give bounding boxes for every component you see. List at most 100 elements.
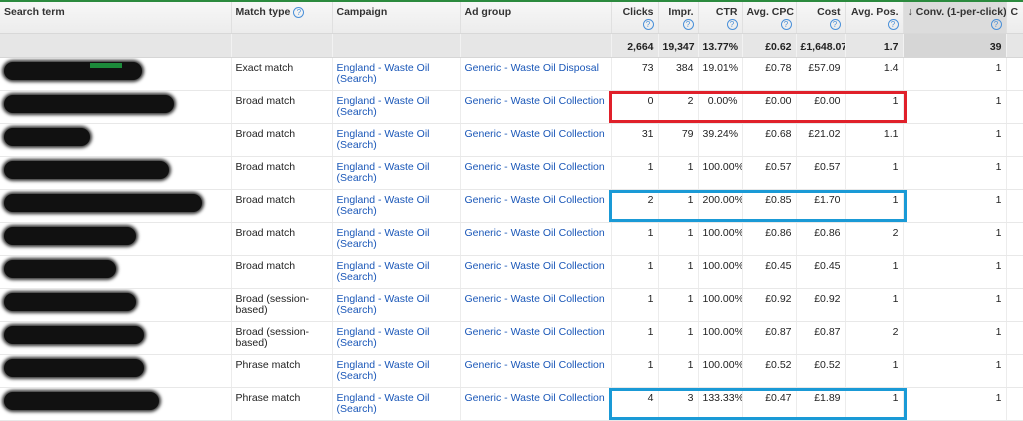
column-header-ad-group[interactable]: Ad group: [460, 2, 612, 34]
match-type-cell: Broad (session-based): [231, 288, 333, 322]
campaign-link-text[interactable]: England - Waste Oil (Search): [337, 260, 430, 283]
table-row[interactable]: Broad (session-based) England - Waste Oil…: [0, 321, 1023, 355]
help-icon[interactable]: ?: [726, 19, 738, 31]
help-icon[interactable]: ?: [990, 19, 1002, 31]
column-header-clicks[interactable]: Clicks?: [611, 2, 659, 34]
column-label: Impr.: [668, 6, 694, 18]
campaign-link[interactable]: England - Waste Oil (Search): [332, 57, 461, 91]
table-row[interactable]: Broad match England - Waste Oil (Search) G…: [0, 156, 1023, 190]
impressions-cell-text: 1: [687, 259, 694, 272]
column-header-avg-cpc[interactable]: Avg. CPC?: [742, 2, 797, 34]
ad-group-link[interactable]: Generic - Waste Oil Collection: [460, 255, 612, 289]
table-row[interactable]: Broad (session-based) England - Waste Oil…: [0, 288, 1023, 322]
match-type-cell-text: Broad match: [235, 94, 296, 107]
cost-cell-text: £1.70: [814, 193, 841, 206]
campaign-link[interactable]: England - Waste Oil (Search): [332, 90, 461, 124]
clicks-cell: 1: [611, 156, 659, 190]
help-icon[interactable]: ?: [829, 19, 841, 31]
column-header-conversions[interactable]: ↓ Conv. (1-per-click)?: [903, 2, 1007, 34]
help-icon[interactable]: ?: [887, 19, 899, 31]
column-label: Avg. Pos.: [851, 6, 899, 18]
ad-group-link[interactable]: Generic - Waste Oil Collection: [460, 222, 612, 256]
impressions-cell: 1: [658, 255, 699, 289]
campaign-link-text[interactable]: England - Waste Oil (Search): [337, 359, 430, 382]
search-term-cell: [0, 123, 232, 157]
help-icon[interactable]: ?: [682, 19, 694, 31]
ad-group-link-text[interactable]: Generic - Waste Oil Collection: [465, 128, 605, 140]
table-row[interactable]: Broad match England - Waste Oil (Search) G…: [0, 222, 1023, 256]
total-cell-cost: £1,648.07: [796, 33, 846, 58]
ad-group-link-text[interactable]: Generic - Waste Oil Collection: [465, 293, 605, 305]
impressions-cell-text: 1: [687, 226, 694, 239]
cost-cell: £0.52: [796, 354, 846, 388]
campaign-link-text[interactable]: England - Waste Oil (Search): [337, 392, 430, 415]
totals-row: 2,664 19,347 13.77% £0.62 £1,648.07 1.7 39: [0, 33, 1023, 58]
avg-cpc-cell: £0.52: [742, 354, 797, 388]
ad-group-link[interactable]: Generic - Waste Oil Collection: [460, 189, 612, 223]
campaign-link[interactable]: England - Waste Oil (Search): [332, 156, 461, 190]
help-icon[interactable]: ?: [293, 6, 305, 18]
avg-cpc-cell: £0.68: [742, 123, 797, 157]
campaign-link-text[interactable]: England - Waste Oil (Search): [337, 194, 430, 217]
column-header-c[interactable]: C: [1006, 2, 1023, 34]
help-icon[interactable]: ?: [642, 19, 654, 31]
campaign-link[interactable]: England - Waste Oil (Search): [332, 387, 461, 421]
impressions-cell-text: 384: [675, 61, 694, 74]
column-header-ctr[interactable]: CTR?: [698, 2, 743, 34]
ad-group-link[interactable]: Generic - Waste Oil Collection: [460, 354, 612, 388]
search-term-cell: [0, 255, 232, 289]
campaign-link[interactable]: England - Waste Oil (Search): [332, 123, 461, 157]
ad-group-link[interactable]: Generic - Waste Oil Collection: [460, 123, 612, 157]
extra-cell: [1006, 255, 1023, 289]
ad-group-link-text[interactable]: Generic - Waste Oil Collection: [465, 326, 605, 338]
campaign-link-text[interactable]: England - Waste Oil (Search): [337, 293, 430, 316]
help-icon[interactable]: ?: [780, 19, 792, 31]
impressions-cell-text: 1: [687, 325, 694, 338]
column-header-search-term[interactable]: Search term: [0, 2, 232, 34]
campaign-link-text[interactable]: England - Waste Oil (Search): [337, 161, 430, 184]
ad-group-link[interactable]: Generic - Waste Oil Collection: [460, 156, 612, 190]
campaign-link-text[interactable]: England - Waste Oil (Search): [337, 128, 430, 151]
ad-group-link-text[interactable]: Generic - Waste Oil Collection: [465, 194, 605, 206]
campaign-link-text[interactable]: England - Waste Oil (Search): [337, 62, 430, 85]
column-header-impressions[interactable]: Impr.?: [658, 2, 699, 34]
campaign-link[interactable]: England - Waste Oil (Search): [332, 288, 461, 322]
campaign-link[interactable]: England - Waste Oil (Search): [332, 354, 461, 388]
column-header-match-type[interactable]: Match type?: [231, 2, 333, 34]
campaign-link[interactable]: England - Waste Oil (Search): [332, 222, 461, 256]
ad-group-link[interactable]: Generic - Waste Oil Collection: [460, 288, 612, 322]
ad-group-link-text[interactable]: Generic - Waste Oil Disposal: [465, 62, 599, 74]
column-header-cost[interactable]: Cost?: [796, 2, 846, 34]
table-row[interactable]: Phrase match England - Waste Oil (Search)…: [0, 387, 1023, 421]
total-cell-avg-pos: 1.7: [845, 33, 904, 58]
ad-group-link[interactable]: Generic - Waste Oil Collection: [460, 321, 612, 355]
campaign-link-text[interactable]: England - Waste Oil (Search): [337, 326, 430, 349]
table-row[interactable]: Phrase match England - Waste Oil (Search)…: [0, 354, 1023, 388]
table-row[interactable]: Broad match England - Waste Oil (Search) G…: [0, 90, 1023, 124]
ad-group-link-text[interactable]: Generic - Waste Oil Collection: [465, 227, 605, 239]
campaign-link-text[interactable]: England - Waste Oil (Search): [337, 95, 430, 118]
campaign-link-text[interactable]: England - Waste Oil (Search): [337, 227, 430, 250]
campaign-link[interactable]: England - Waste Oil (Search): [332, 189, 461, 223]
ad-group-link-text[interactable]: Generic - Waste Oil Collection: [465, 260, 605, 272]
table-row[interactable]: Broad match England - Waste Oil (Search) G…: [0, 189, 1023, 223]
campaign-link[interactable]: England - Waste Oil (Search): [332, 321, 461, 355]
ad-group-link[interactable]: Generic - Waste Oil Collection: [460, 90, 612, 124]
table-row[interactable]: Exact match England - Waste Oil (Search) G…: [0, 57, 1023, 91]
ad-group-link[interactable]: Generic - Waste Oil Collection: [460, 387, 612, 421]
ad-group-link-text[interactable]: Generic - Waste Oil Collection: [465, 161, 605, 173]
table-row[interactable]: Broad match England - Waste Oil (Search) G…: [0, 255, 1023, 289]
ad-group-link-text[interactable]: Generic - Waste Oil Collection: [465, 392, 605, 404]
campaign-link[interactable]: England - Waste Oil (Search): [332, 255, 461, 289]
ad-group-link[interactable]: Generic - Waste Oil Disposal: [460, 57, 612, 91]
ctr-cell: 39.24%: [698, 123, 743, 157]
column-header-avg-pos[interactable]: Avg. Pos.?: [845, 2, 904, 34]
redacted-search-term: [4, 259, 116, 278]
avg-pos-cell-text: 1.1: [883, 127, 899, 140]
column-header-campaign[interactable]: Campaign: [332, 2, 461, 34]
match-type-cell: Exact match: [231, 57, 333, 91]
ad-group-link-text[interactable]: Generic - Waste Oil Collection: [465, 95, 605, 107]
impressions-cell: 1: [658, 321, 699, 355]
table-row[interactable]: Broad match England - Waste Oil (Search) G…: [0, 123, 1023, 157]
ad-group-link-text[interactable]: Generic - Waste Oil Collection: [465, 359, 605, 371]
